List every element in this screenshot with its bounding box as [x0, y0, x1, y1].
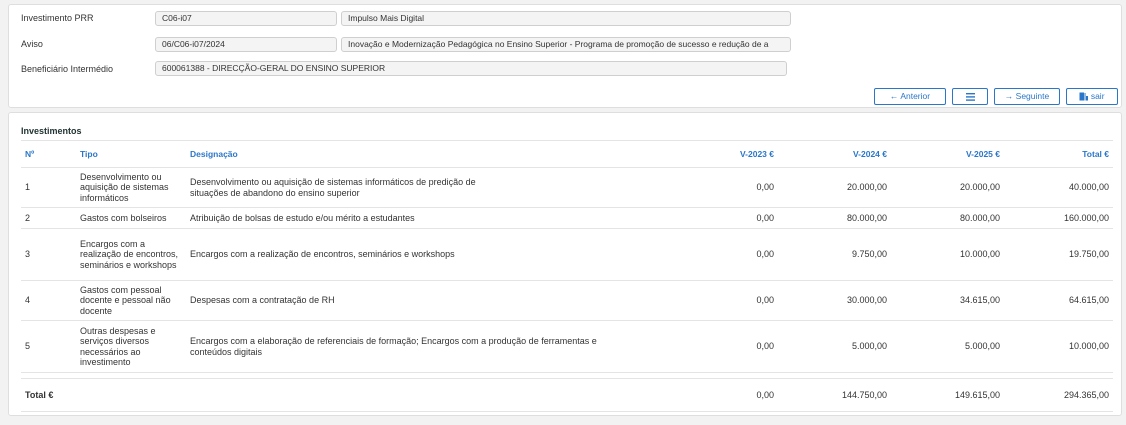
column-header-n: Nº [21, 140, 76, 168]
table-header-row: Nº Tipo Designação V-2023 € V-2024 € V-2… [21, 140, 1113, 168]
row-designacao: Encargos com a realização de encontros, … [186, 228, 661, 281]
table-row: 1 Desenvolvimento ou aquisição de sistem… [21, 167, 1113, 208]
column-header-tipo: Tipo [76, 140, 186, 168]
table-row: 4 Gastos com pessoal docente e pessoal n… [21, 280, 1113, 321]
aviso-description-field: Inovação e Modernização Pedagógica no En… [341, 37, 791, 52]
menu-button[interactable] [952, 88, 988, 105]
row-number: 5 [21, 320, 76, 373]
exit-button[interactable]: sair [1066, 88, 1118, 105]
row-number: 4 [21, 280, 76, 321]
arrow-right-icon: → [1004, 91, 1014, 101]
row-designacao: Encargos com a elaboração de referenciai… [186, 320, 661, 373]
investimento-description-field: Impulso Mais Digital [341, 11, 791, 26]
total-v2025: 149.615,00 [891, 378, 1004, 412]
row-v2023: 0,00 [661, 280, 778, 321]
row-designacao: Atribuição de bolsas de estudo e/ou méri… [186, 207, 661, 229]
row-v2025: 80.000,00 [891, 207, 1004, 229]
total-label: Total € [21, 378, 661, 412]
row-number: 3 [21, 228, 76, 281]
row-number: 1 [21, 167, 76, 208]
column-header-v2023: V-2023 € [661, 140, 778, 168]
row-v2023: 0,00 [661, 320, 778, 373]
investments-title: Investimentos [21, 126, 82, 136]
investimento-prr-label: Investimento PRR [21, 13, 94, 23]
column-header-v2024: V-2024 € [778, 140, 891, 168]
table-row: 2 Gastos com bolseiros Atribuição de bol… [21, 207, 1113, 229]
row-tipo: Gastos com bolseiros [76, 207, 186, 229]
row-v2025: 5.000,00 [891, 320, 1004, 373]
row-v2024: 9.750,00 [778, 228, 891, 281]
total-v2024: 144.750,00 [778, 378, 891, 412]
row-total: 19.750,00 [1004, 228, 1113, 281]
row-v2024: 80.000,00 [778, 207, 891, 229]
previous-label: Anterior [900, 91, 931, 101]
table-row: 3 Encargos com a realização de encontros… [21, 228, 1113, 281]
investments-table: Nº Tipo Designação V-2023 € V-2024 € V-2… [21, 140, 1113, 412]
beneficiario-label: Beneficiário Intermédio [21, 64, 114, 74]
beneficiario-field: 600061388 - DIRECÇÃO-GERAL DO ENSINO SUP… [155, 61, 787, 76]
total-v2023: 0,00 [661, 378, 778, 412]
row-designacao: Despesas com a contratação de RH [186, 280, 661, 321]
row-total: 40.000,00 [1004, 167, 1113, 208]
row-tipo: Encargos com a realização de encontros, … [76, 228, 186, 281]
arrow-left-icon: ← [889, 91, 899, 101]
column-header-total: Total € [1004, 140, 1113, 168]
row-v2023: 0,00 [661, 167, 778, 208]
column-header-v2025: V-2025 € [891, 140, 1004, 168]
row-v2024: 20.000,00 [778, 167, 891, 208]
total-total: 294.365,00 [1004, 378, 1113, 412]
row-v2024: 30.000,00 [778, 280, 891, 321]
exit-label: sair [1090, 91, 1105, 101]
row-tipo: Gastos com pessoal docente e pessoal não… [76, 280, 186, 321]
row-v2024: 5.000,00 [778, 320, 891, 373]
row-v2025: 20.000,00 [891, 167, 1004, 208]
investments-panel: Investimentos Nº Tipo Designação V-2023 … [8, 112, 1122, 416]
previous-button[interactable]: ← Anterior [874, 88, 946, 105]
row-total: 160.000,00 [1004, 207, 1113, 229]
row-tipo: Desenvolvimento ou aquisição de sistemas… [76, 167, 186, 208]
aviso-label: Aviso [21, 39, 43, 49]
row-total: 64.615,00 [1004, 280, 1113, 321]
table-row: 5 Outras despesas e serviços diversos ne… [21, 320, 1113, 373]
next-button[interactable]: → Seguinte [994, 88, 1060, 105]
row-tipo: Outras despesas e serviços diversos nece… [76, 320, 186, 373]
exit-door-icon [1079, 91, 1090, 101]
row-v2023: 0,00 [661, 228, 778, 281]
table-total-row: Total € 0,00 144.750,00 149.615,00 294.3… [21, 378, 1113, 412]
row-total: 10.000,00 [1004, 320, 1113, 373]
row-v2025: 10.000,00 [891, 228, 1004, 281]
next-label: Seguinte [1015, 91, 1050, 101]
column-header-designacao: Designação [186, 140, 661, 168]
row-v2023: 0,00 [661, 207, 778, 229]
row-number: 2 [21, 207, 76, 229]
row-designacao: Desenvolvimento ou aquisição de sistemas… [186, 167, 661, 208]
investimento-code-field: C06-i07 [155, 11, 337, 26]
row-v2025: 34.615,00 [891, 280, 1004, 321]
aviso-code-field: 06/C06-i07/2024 [155, 37, 337, 52]
list-icon [965, 91, 975, 101]
